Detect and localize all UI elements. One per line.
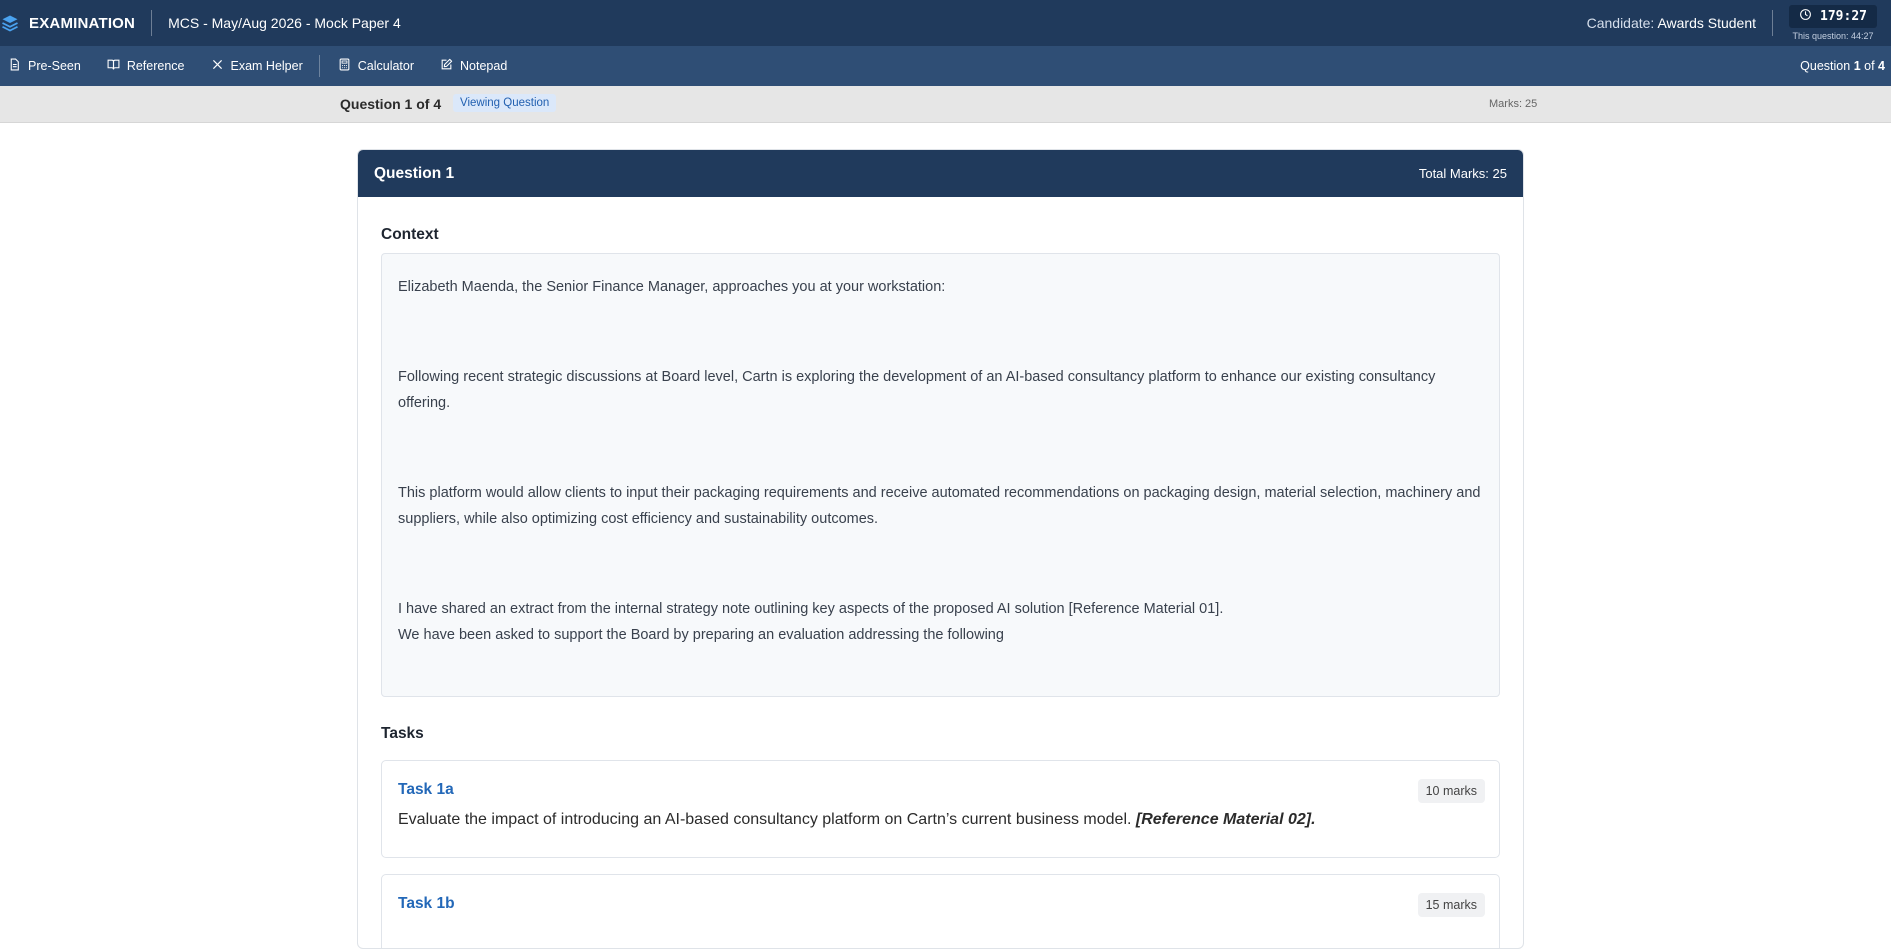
task-reference: [Reference Material 02]. <box>1135 811 1316 828</box>
question-status-bar: Question 1 of 4 Viewing Question Marks: … <box>0 86 1891 123</box>
context-box: Elizabeth Maenda, the Senior Finance Man… <box>381 253 1500 697</box>
toolbar-separator <box>318 55 320 77</box>
status-badge: Viewing Question <box>453 94 557 112</box>
timer-value: 179:27 <box>1820 9 1867 24</box>
task-marks-badge: 15 marks <box>1417 893 1485 917</box>
candidate-name: Awards Student <box>1657 15 1757 31</box>
timer: 179:27 This question: 44:27 <box>1789 5 1877 41</box>
book-icon <box>107 58 120 74</box>
task-marks-badge: 10 marks <box>1417 779 1485 803</box>
question-card: Question 1 Total Marks: 25 Context Eliza… <box>357 149 1524 949</box>
question-card-header: Question 1 Total Marks: 25 <box>358 150 1523 197</box>
close-icon <box>211 58 224 74</box>
question-counter-current: 1 <box>1853 59 1861 73</box>
context-paragraph: Following recent strategic discussions a… <box>398 369 1436 411</box>
edit-icon <box>440 58 453 74</box>
notepad-button[interactable]: Notepad <box>426 46 519 86</box>
total-marks: Total Marks: 25 <box>1418 166 1507 181</box>
task-description: Evaluate the impact of introducing an AI… <box>398 811 1132 828</box>
pre-seen-button[interactable]: Pre-Seen <box>0 46 93 86</box>
exam-helper-label: Exam Helper <box>230 59 303 73</box>
notepad-label: Notepad <box>460 59 508 73</box>
task-item: Task 1b 15 marks <box>381 874 1500 948</box>
pre-seen-label: Pre-Seen <box>28 59 81 73</box>
calculator-icon <box>338 58 351 74</box>
task-item: Task 1a 10 marks Evaluate the impact of … <box>381 760 1500 858</box>
reference-label: Reference <box>126 59 185 73</box>
context-paragraph: I have shared an extract from the intern… <box>398 601 1224 617</box>
header-divider-right <box>1772 10 1774 36</box>
header-divider <box>151 10 153 36</box>
top-header: EXAMINATION MCS - May/Aug 2026 - Mock Pa… <box>0 0 1891 46</box>
calculator-button[interactable]: Calculator <box>324 46 426 86</box>
exam-helper-button[interactable]: Exam Helper <box>197 46 315 86</box>
question-position: Question 1 of 4 <box>340 96 442 112</box>
layers-icon <box>1 14 19 32</box>
question-counter-total: 4 <box>1878 59 1885 73</box>
task-text: Evaluate the impact of introducing an AI… <box>398 811 1483 829</box>
context-heading: Context <box>381 226 439 243</box>
clock-icon <box>1799 8 1812 25</box>
calculator-label: Calculator <box>357 59 415 73</box>
context-paragraph: Elizabeth Maenda, the Senior Finance Man… <box>398 279 946 295</box>
brand: EXAMINATION <box>0 0 135 46</box>
question-counter: Question 1 of 4 <box>1800 59 1885 73</box>
marks-label: Marks: 25 <box>1489 98 1538 110</box>
candidate-info: Candidate: Awards Student <box>1587 15 1756 31</box>
question-title: Question 1 <box>374 164 455 182</box>
question-counter-prefix: Question <box>1800 59 1851 73</box>
toolbar: Pre-Seen Reference Exam Helper Calculato… <box>0 46 1891 86</box>
question-counter-of: of <box>1864 59 1875 73</box>
reference-button[interactable]: Reference <box>93 46 197 86</box>
candidate-label: Candidate: <box>1586 15 1655 31</box>
context-paragraph: This platform would allow clients to inp… <box>398 485 1481 527</box>
task-title[interactable]: Task 1a <box>398 781 1483 799</box>
tasks-heading: Tasks <box>381 725 424 742</box>
task-title[interactable]: Task 1b <box>398 895 1483 913</box>
question-card-body: Context Elizabeth Maenda, the Senior Fin… <box>358 226 1523 948</box>
exam-title: MCS - May/Aug 2026 - Mock Paper 4 <box>168 15 401 31</box>
question-timer: This question: 44:27 <box>1792 31 1874 41</box>
context-paragraph: We have been asked to support the Board … <box>398 627 1004 643</box>
document-icon <box>8 58 21 74</box>
timer-box: 179:27 <box>1789 5 1877 28</box>
brand-title: EXAMINATION <box>29 14 136 32</box>
